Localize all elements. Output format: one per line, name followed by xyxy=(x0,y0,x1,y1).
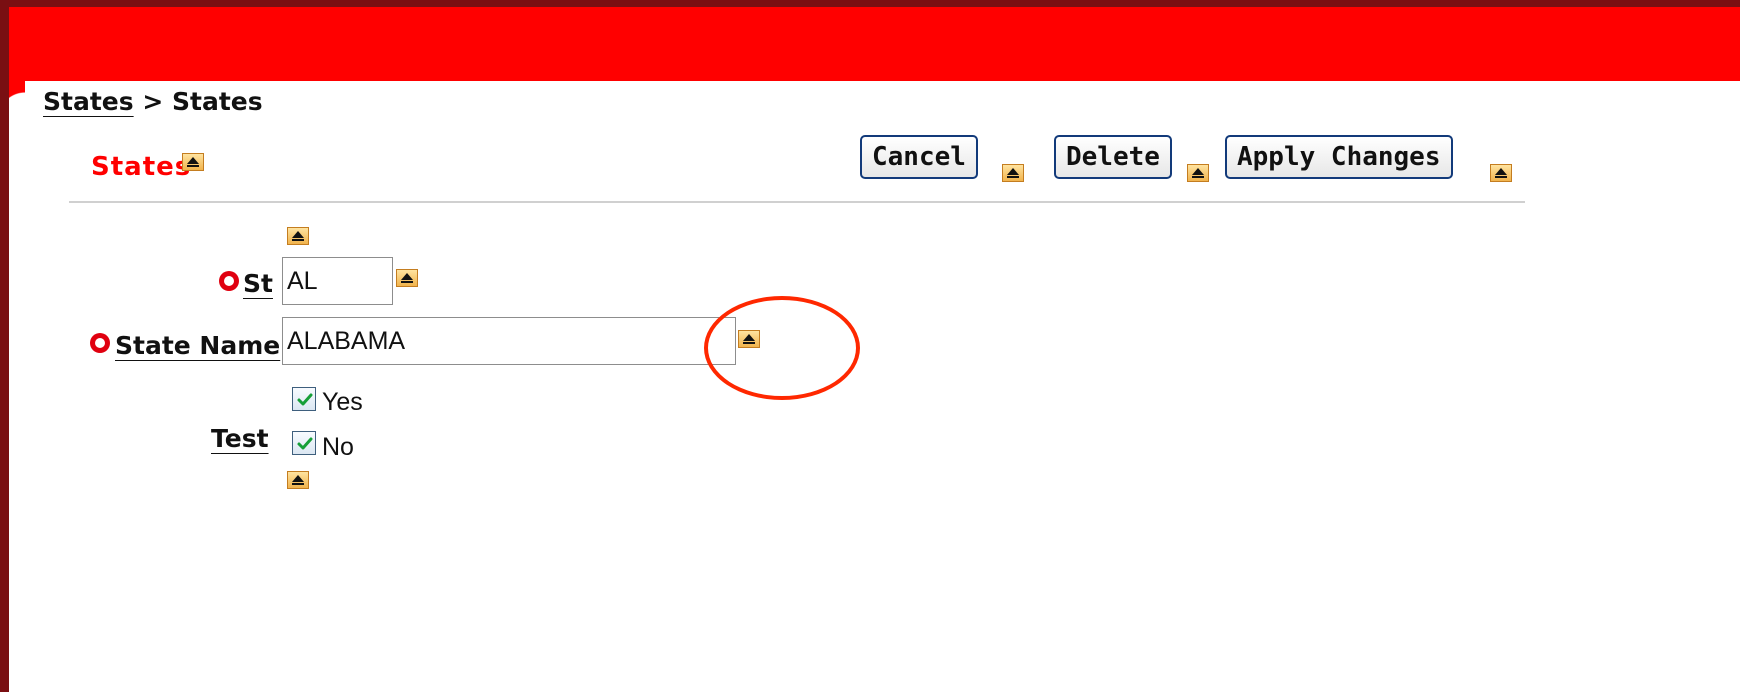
form-top-help-icon[interactable] xyxy=(287,227,309,245)
test-yes-checkbox[interactable] xyxy=(292,387,316,411)
state-name-label: State Name xyxy=(115,331,281,360)
triangle-help-icon xyxy=(1495,168,1507,178)
region-divider xyxy=(69,201,1525,203)
triangle-help-icon xyxy=(1007,168,1019,178)
triangle-help-icon xyxy=(292,231,304,241)
check-mark-icon xyxy=(297,393,313,406)
required-indicator-icon xyxy=(90,333,110,353)
apply-changes-button[interactable]: Apply Changes xyxy=(1225,135,1453,179)
region-title-help-icon[interactable] xyxy=(182,153,204,171)
content-corner-decoration xyxy=(9,81,25,119)
st-label: St xyxy=(243,269,273,298)
st-help-icon[interactable] xyxy=(396,269,418,287)
state-name-input[interactable]: ALABAMA xyxy=(282,317,736,365)
top-red-header-bar xyxy=(9,7,1740,81)
triangle-help-icon xyxy=(401,273,413,283)
cancel-button[interactable]: Cancel xyxy=(860,135,978,179)
test-help-icon[interactable] xyxy=(287,471,309,489)
apply-changes-help-icon[interactable] xyxy=(1490,164,1512,182)
test-yes-label: Yes xyxy=(322,388,363,416)
triangle-help-icon xyxy=(292,475,304,485)
cancel-help-icon[interactable] xyxy=(1002,164,1024,182)
region-title: States xyxy=(91,152,192,182)
test-no-label: No xyxy=(322,433,354,461)
breadcrumb-current: States xyxy=(172,87,263,116)
test-no-checkbox[interactable] xyxy=(292,431,316,455)
check-mark-icon xyxy=(297,437,313,450)
breadcrumb-separator: > xyxy=(142,87,164,116)
delete-button[interactable]: Delete xyxy=(1054,135,1172,179)
breadcrumb-parent-link[interactable]: States xyxy=(43,87,134,116)
st-input[interactable]: AL xyxy=(282,257,393,305)
test-label: Test xyxy=(211,424,269,453)
triangle-help-icon xyxy=(187,157,199,167)
required-indicator-icon xyxy=(219,271,239,291)
triangle-help-icon xyxy=(1192,168,1204,178)
application-window: States > States States Cancel Delete App… xyxy=(9,7,1740,692)
annotation-ellipse xyxy=(704,296,860,400)
delete-help-icon[interactable] xyxy=(1187,164,1209,182)
breadcrumb: States > States xyxy=(43,87,263,116)
